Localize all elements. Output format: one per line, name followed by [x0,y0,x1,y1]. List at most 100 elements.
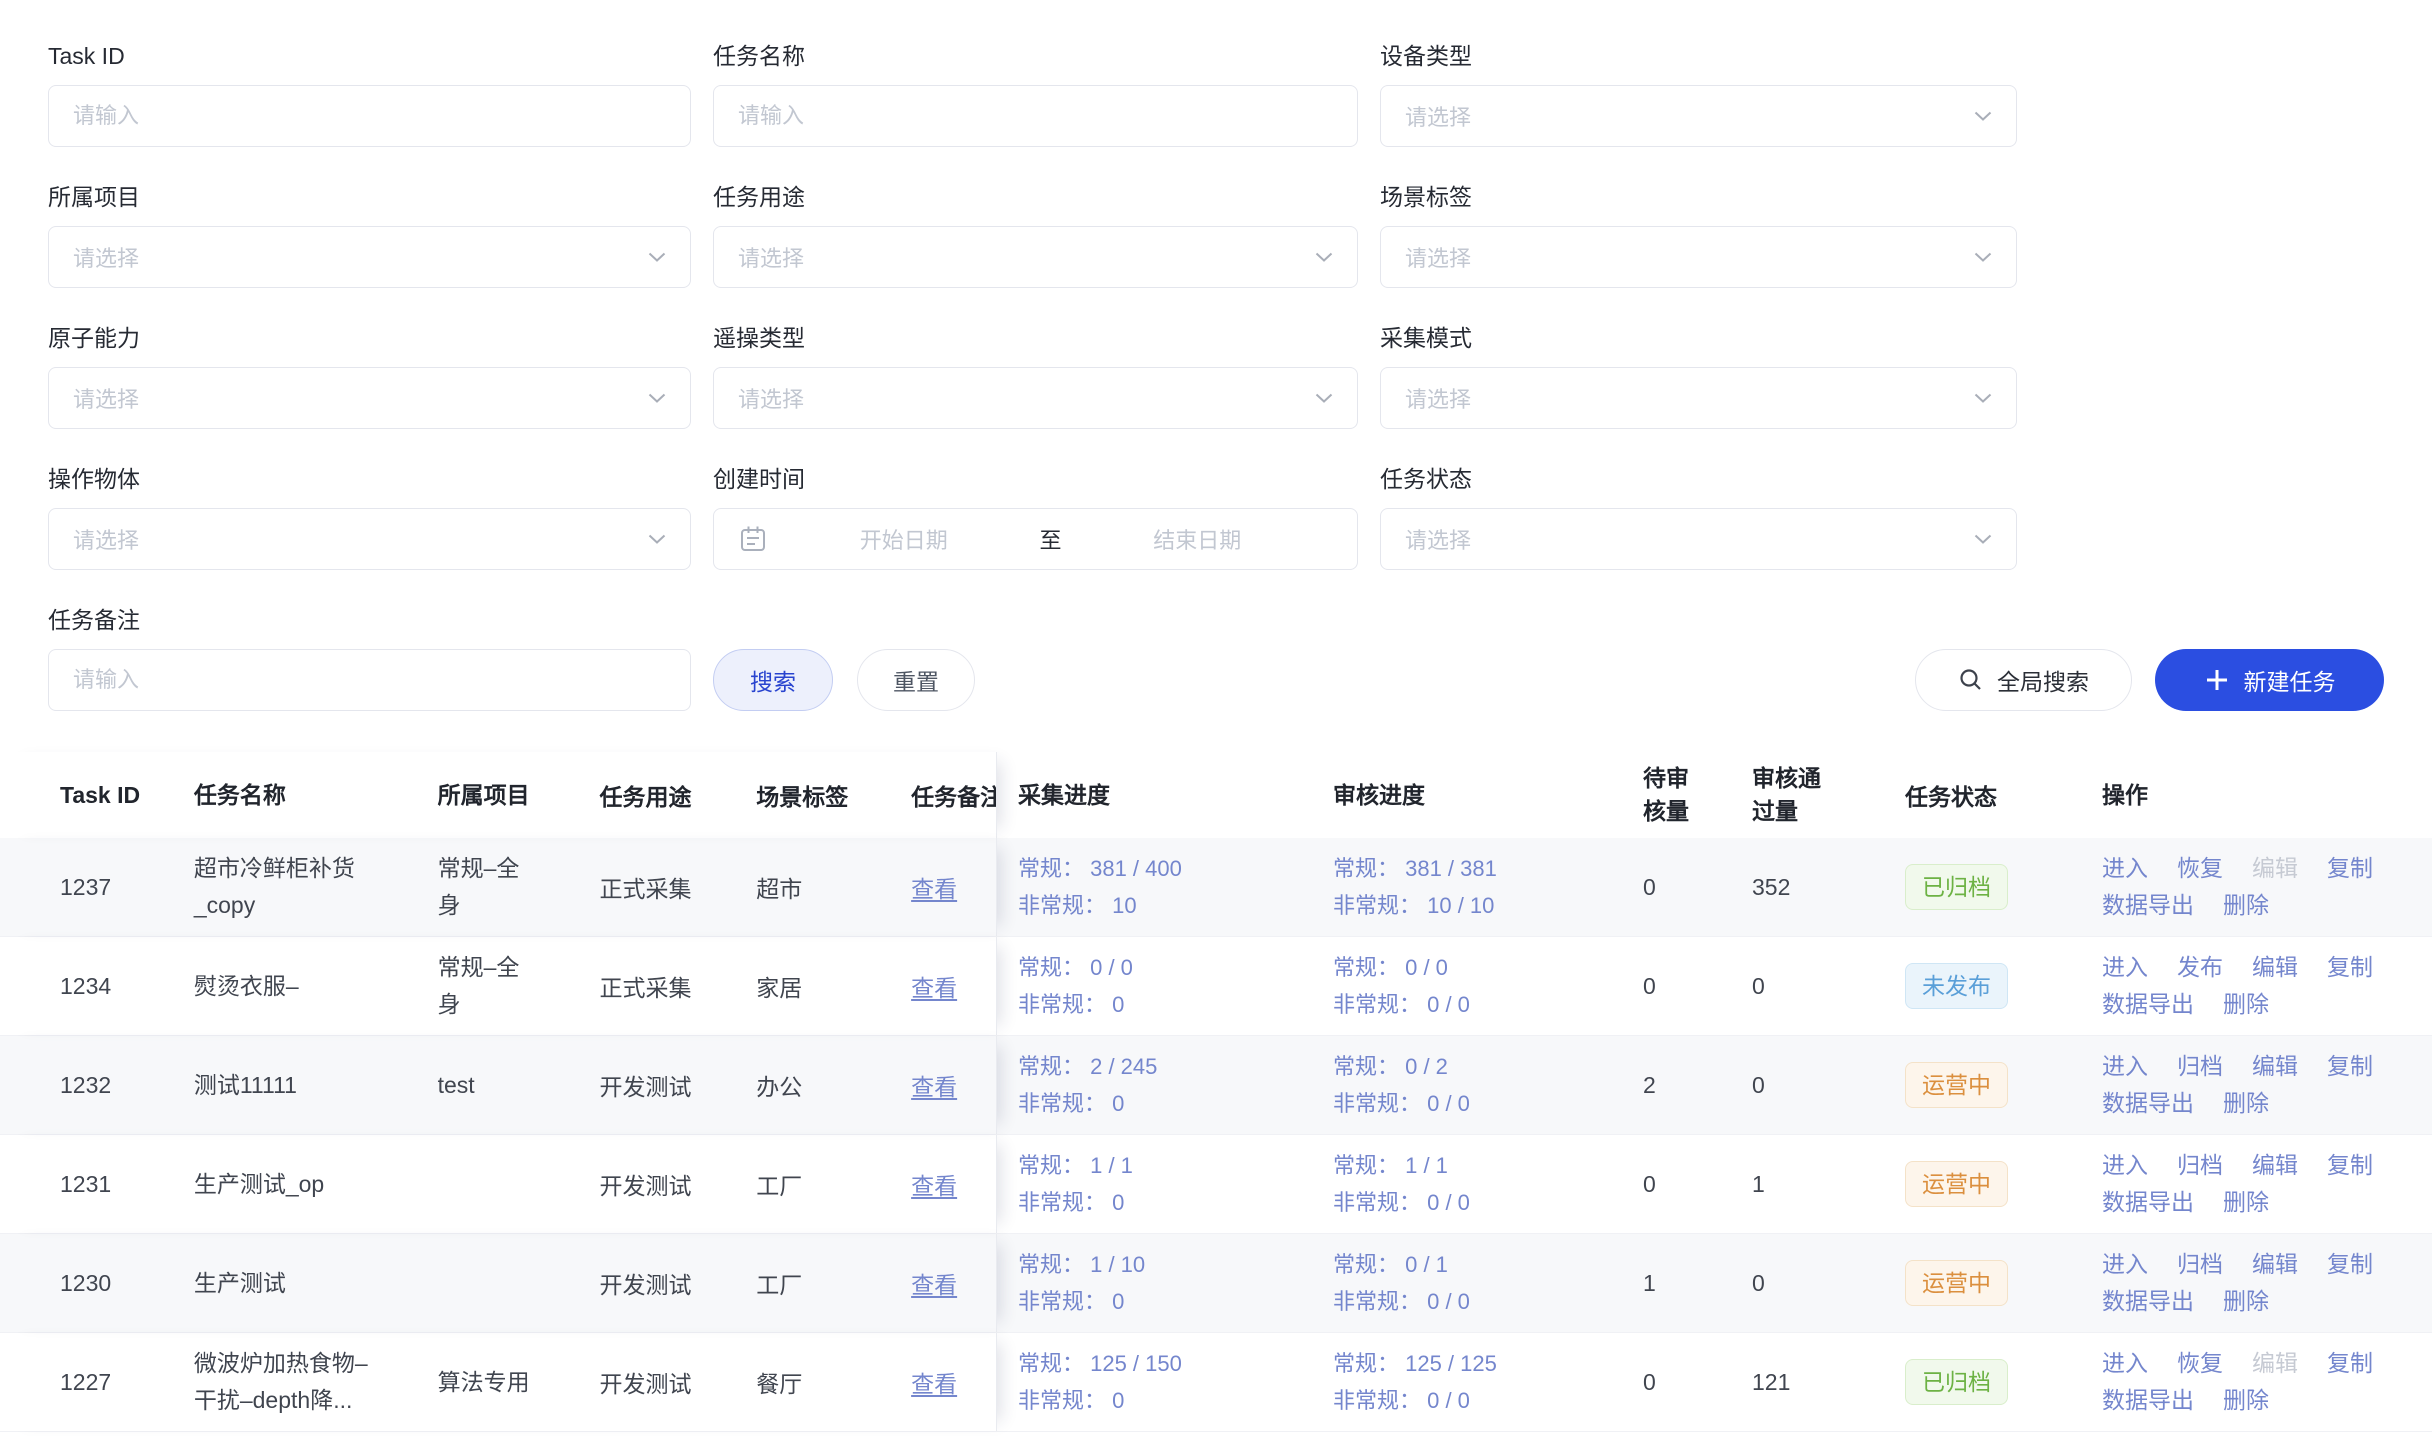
scene-tag: 办公 [756,1068,911,1102]
view-remark-link[interactable]: 查看 [911,1371,957,1397]
collect-progress: 常规： 125 / 150非常规： 0 [997,1345,1328,1419]
review-progress: 常规： 1 / 1非常规： 0 / 0 [1328,1147,1637,1221]
restore-link[interactable]: 恢复 [2177,1345,2223,1382]
archive-link[interactable]: 归档 [2177,1147,2223,1184]
delete-link[interactable]: 删除 [2223,1184,2269,1221]
date-range-picker[interactable]: 开始日期 至 结束日期 [713,508,1358,570]
status-badge: 运营中 [1905,1161,2008,1207]
archive-link[interactable]: 归档 [2177,1048,2223,1085]
operations: 进入 归档 编辑 复制 数据导出 删除 [2094,1048,2432,1122]
export-link[interactable]: 数据导出 [2102,1184,2194,1221]
col-header-purpose: 任务用途 [599,778,756,812]
export-link[interactable]: 数据导出 [2102,1085,2194,1122]
enter-link[interactable]: 进入 [2102,850,2148,887]
project-select[interactable]: 请选择 [48,226,691,288]
task-name: 测试11111 [194,1067,438,1104]
enter-link[interactable]: 进入 [2102,949,2148,986]
filter-label: 遥操类型 [713,324,1358,352]
task-name-input[interactable] [713,85,1358,147]
purpose-select[interactable]: 请选择 [713,226,1358,288]
task-remark-input[interactable] [48,649,691,711]
device-type-select[interactable]: 请选择 [1380,85,2017,147]
global-search-button[interactable]: 全局搜索 [1915,649,2132,711]
object-select[interactable]: 请选择 [48,508,691,570]
copy-link[interactable]: 复制 [2327,1246,2373,1283]
status-badge: 已归档 [1905,1359,2008,1405]
collect-progress: 常规： 1 / 1非常规： 0 [997,1147,1328,1221]
date-start-placeholder[interactable]: 开始日期 [768,523,1040,555]
copy-link[interactable]: 复制 [2327,850,2373,887]
task-id: 1234 [0,973,194,1000]
teleop-type-select[interactable]: 请选择 [713,367,1358,429]
edit-link[interactable]: 编辑 [2252,1147,2298,1184]
delete-link[interactable]: 删除 [2223,1382,2269,1419]
enter-link[interactable]: 进入 [2102,1345,2148,1382]
export-link[interactable]: 数据导出 [2102,887,2194,924]
table-row: 1237 超市冷鲜柜补货_copy 常规–全身 正式采集 超市 查看 常规： 3… [0,838,2432,937]
collect-mode-select[interactable]: 请选择 [1380,367,2017,429]
filter-label: 场景标签 [1380,183,2017,211]
plus-icon [2204,667,2230,693]
view-remark-link[interactable]: 查看 [911,876,957,902]
status-badge: 运营中 [1905,1260,2008,1306]
create-task-button[interactable]: 新建任务 [2155,649,2384,711]
view-remark-link[interactable]: 查看 [911,975,957,1001]
edit-link[interactable]: 编辑 [2252,949,2298,986]
pending-count: 0 [1637,970,1747,1003]
enter-link[interactable]: 进入 [2102,1147,2148,1184]
restore-link[interactable]: 恢复 [2177,850,2223,887]
archive-link[interactable]: 归档 [2177,1246,2223,1283]
task-id: 1227 [0,1369,194,1396]
col-header-remark: 任务备注 [911,778,996,812]
enter-link[interactable]: 进入 [2102,1246,2148,1283]
export-link[interactable]: 数据导出 [2102,986,2194,1023]
purpose: 开发测试 [599,1365,756,1399]
collect-progress: 常规： 381 / 400非常规： 10 [997,850,1328,924]
enter-link[interactable]: 进入 [2102,1048,2148,1085]
export-link[interactable]: 数据导出 [2102,1382,2194,1419]
scene-tag: 工厂 [756,1167,911,1201]
scene-tag: 餐厅 [756,1365,911,1399]
table-row: 1227 微波炉加热食物–干扰–depth降... 算法专用 开发测试 餐厅 查… [0,1333,2432,1432]
filter-label: 任务状态 [1380,465,2017,493]
copy-link[interactable]: 复制 [2327,949,2373,986]
view-remark-link[interactable]: 查看 [911,1272,957,1298]
task-id: 1230 [0,1270,194,1297]
atomic-ability-select[interactable]: 请选择 [48,367,691,429]
publish-link[interactable]: 发布 [2177,949,2223,986]
filter-label: 任务用途 [713,183,1358,211]
copy-link[interactable]: 复制 [2327,1345,2373,1382]
delete-link[interactable]: 删除 [2223,1085,2269,1122]
table-row: 1231 生产测试_op 开发测试 工厂 查看 常规： 1 / 1非常规： 0 … [0,1135,2432,1234]
edit-link[interactable]: 编辑 [2252,1048,2298,1085]
filter-label: 采集模式 [1380,324,2017,352]
pending-count: 0 [1637,1366,1747,1399]
task-id-input[interactable] [48,85,691,147]
operations: 进入 恢复 编辑 复制 数据导出 删除 [2094,1345,2432,1419]
col-header-project: 所属项目 [438,777,600,814]
reset-button[interactable]: 重置 [857,649,975,711]
collect-progress: 常规： 2 / 245非常规： 0 [997,1048,1328,1122]
edit-link: 编辑 [2252,850,2298,887]
task-name: 超市冷鲜柜补货_copy [194,850,438,924]
table-row: 1234 熨烫衣服– 常规–全身 正式采集 家居 查看 常规： 0 / 0非常规… [0,937,2432,1036]
task-status-select[interactable]: 请选择 [1380,508,2017,570]
view-remark-link[interactable]: 查看 [911,1173,957,1199]
col-header-status: 任务状态 [1905,778,2094,812]
delete-link[interactable]: 删除 [2223,887,2269,924]
chevron-down-icon [1974,393,1992,404]
view-remark-link[interactable]: 查看 [911,1074,957,1100]
export-link[interactable]: 数据导出 [2102,1283,2194,1320]
delete-link[interactable]: 删除 [2223,986,2269,1023]
search-button[interactable]: 搜索 [713,649,833,711]
copy-link[interactable]: 复制 [2327,1048,2373,1085]
scene-tag-select[interactable]: 请选择 [1380,226,2017,288]
col-header-scene: 场景标签 [756,778,911,812]
edit-link[interactable]: 编辑 [2252,1246,2298,1283]
date-end-placeholder[interactable]: 结束日期 [1062,523,1334,555]
purpose: 开发测试 [599,1266,756,1300]
purpose: 正式采集 [599,969,756,1003]
delete-link[interactable]: 删除 [2223,1283,2269,1320]
copy-link[interactable]: 复制 [2327,1147,2373,1184]
select-placeholder: 请选择 [73,523,139,555]
